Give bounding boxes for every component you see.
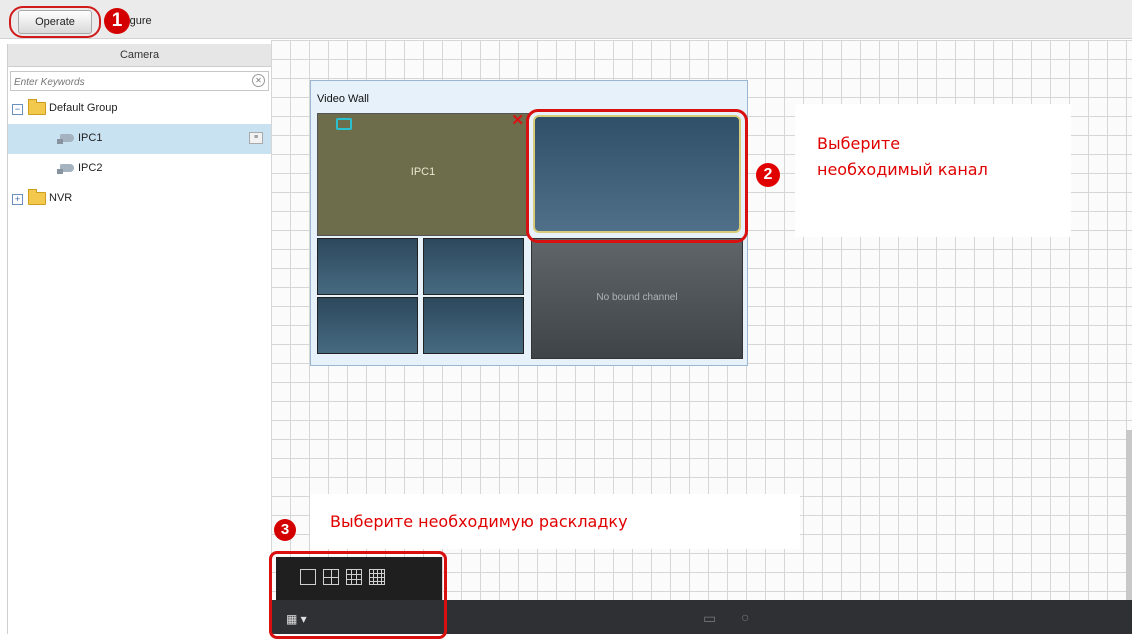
collapse-icon[interactable]: − <box>12 104 23 115</box>
tree-item-ipc1[interactable]: IPC1 ≡ <box>8 124 271 154</box>
screen-split-4[interactable] <box>423 297 524 354</box>
layout-highlight-ring <box>269 551 447 639</box>
screen-label: IPC1 <box>410 166 436 178</box>
tree-item-ipc2[interactable]: IPC2 <box>8 154 271 184</box>
menu-icon[interactable]: ≡ <box>249 132 263 144</box>
selected-screen-highlight-ring <box>526 109 748 243</box>
video-wall-title: Video Wall <box>317 93 369 105</box>
top-toolbar: Operate nfigure 1 <box>0 0 1132 39</box>
tab-operate[interactable]: Operate <box>18 10 92 34</box>
search-icon[interactable]: ○ <box>741 609 749 625</box>
camera-panel: Camera ✕ − Default Group IPC1 ≡ IPC2 + N… <box>7 44 272 634</box>
tree-item-default-group[interactable]: − Default Group <box>8 94 271 124</box>
screen-split-3[interactable] <box>317 297 418 354</box>
tree-label: NVR <box>49 192 73 204</box>
folder-icon <box>28 99 46 115</box>
clear-icon[interactable]: ✕ <box>252 74 265 87</box>
monitor-icon[interactable]: ▭ <box>703 610 716 627</box>
camera-icon <box>57 134 74 144</box>
expand-icon[interactable]: + <box>12 194 23 205</box>
tree-label: IPC2 <box>78 162 103 174</box>
scrollbar[interactable] <box>1126 430 1132 600</box>
callout-line-1: Выберите <box>817 134 901 153</box>
callout-line-2: необходимый канал <box>817 160 988 179</box>
tree-label: IPC1 <box>78 132 103 144</box>
screen-no-bound-channel[interactable]: No bound channel <box>531 238 743 359</box>
tree-item-nvr[interactable]: + NVR <box>8 184 271 214</box>
monitor-icon <box>336 118 352 130</box>
callout-text: Выберите необходимую раскладку <box>330 512 628 531</box>
close-icon[interactable]: ✕ <box>511 111 524 129</box>
search-input[interactable] <box>11 74 234 91</box>
panel-title: Camera <box>8 44 271 67</box>
folder-icon <box>28 189 46 205</box>
step-2-marker: 2 <box>756 163 780 187</box>
screen-label: No bound channel <box>596 292 678 303</box>
search-box: ✕ <box>10 71 269 91</box>
callout-select-channel: Выберите необходимый канал <box>795 104 1071 237</box>
step-3-marker: 3 <box>274 519 296 541</box>
camera-icon <box>57 164 74 174</box>
callout-select-layout: Выберите необходимую раскладку <box>310 494 800 549</box>
screen-split-1[interactable] <box>317 238 418 295</box>
screen-split-2[interactable] <box>423 238 524 295</box>
tree-label: Default Group <box>49 102 118 114</box>
screen-ipc1[interactable]: ✕ IPC1 <box>317 111 529 236</box>
step-1-marker: 1 <box>104 8 130 34</box>
